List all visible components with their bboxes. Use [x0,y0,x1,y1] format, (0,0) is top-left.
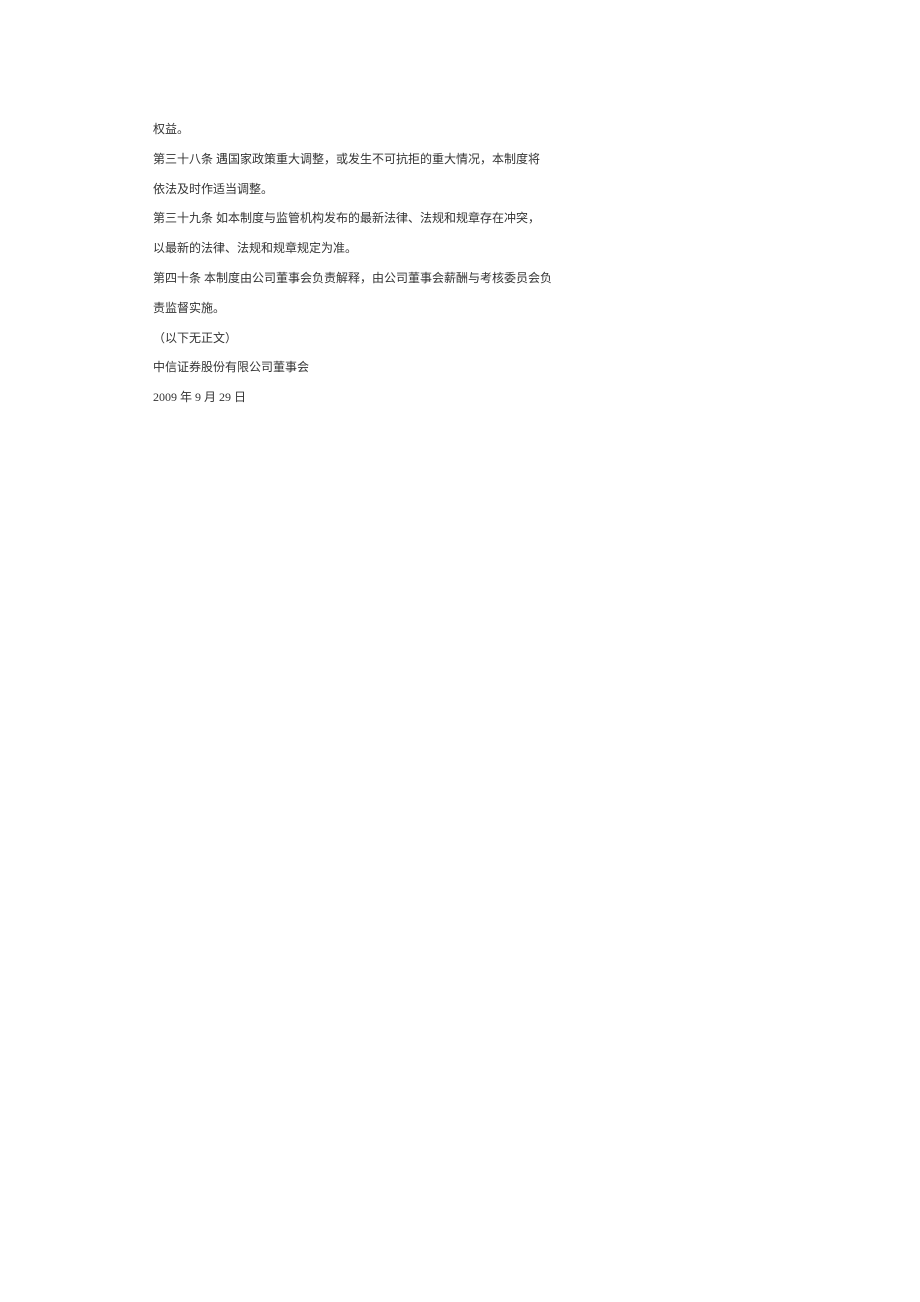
paragraph-line: 第三十九条 如本制度与监管机构发布的最新法律、法规和规章存在冲突， [153,204,767,233]
paragraph-line: 依法及时作适当调整。 [153,175,767,204]
paragraph-line: 第四十条 本制度由公司董事会负责解释，由公司董事会薪酬与考核委员会负 [153,264,767,293]
paragraph-line: 2009 年 9 月 29 日 [153,383,767,412]
document-body: 权益。 第三十八条 遇国家政策重大调整，或发生不可抗拒的重大情况，本制度将 依法… [153,115,767,412]
paragraph-line: 第三十八条 遇国家政策重大调整，或发生不可抗拒的重大情况，本制度将 [153,145,767,174]
paragraph-line: （以下无正文） [153,324,767,353]
paragraph-line: 责监督实施。 [153,294,767,323]
paragraph-line: 以最新的法律、法规和规章规定为准。 [153,234,767,263]
paragraph-line: 权益。 [153,115,767,144]
paragraph-line: 中信证券股份有限公司董事会 [153,353,767,382]
